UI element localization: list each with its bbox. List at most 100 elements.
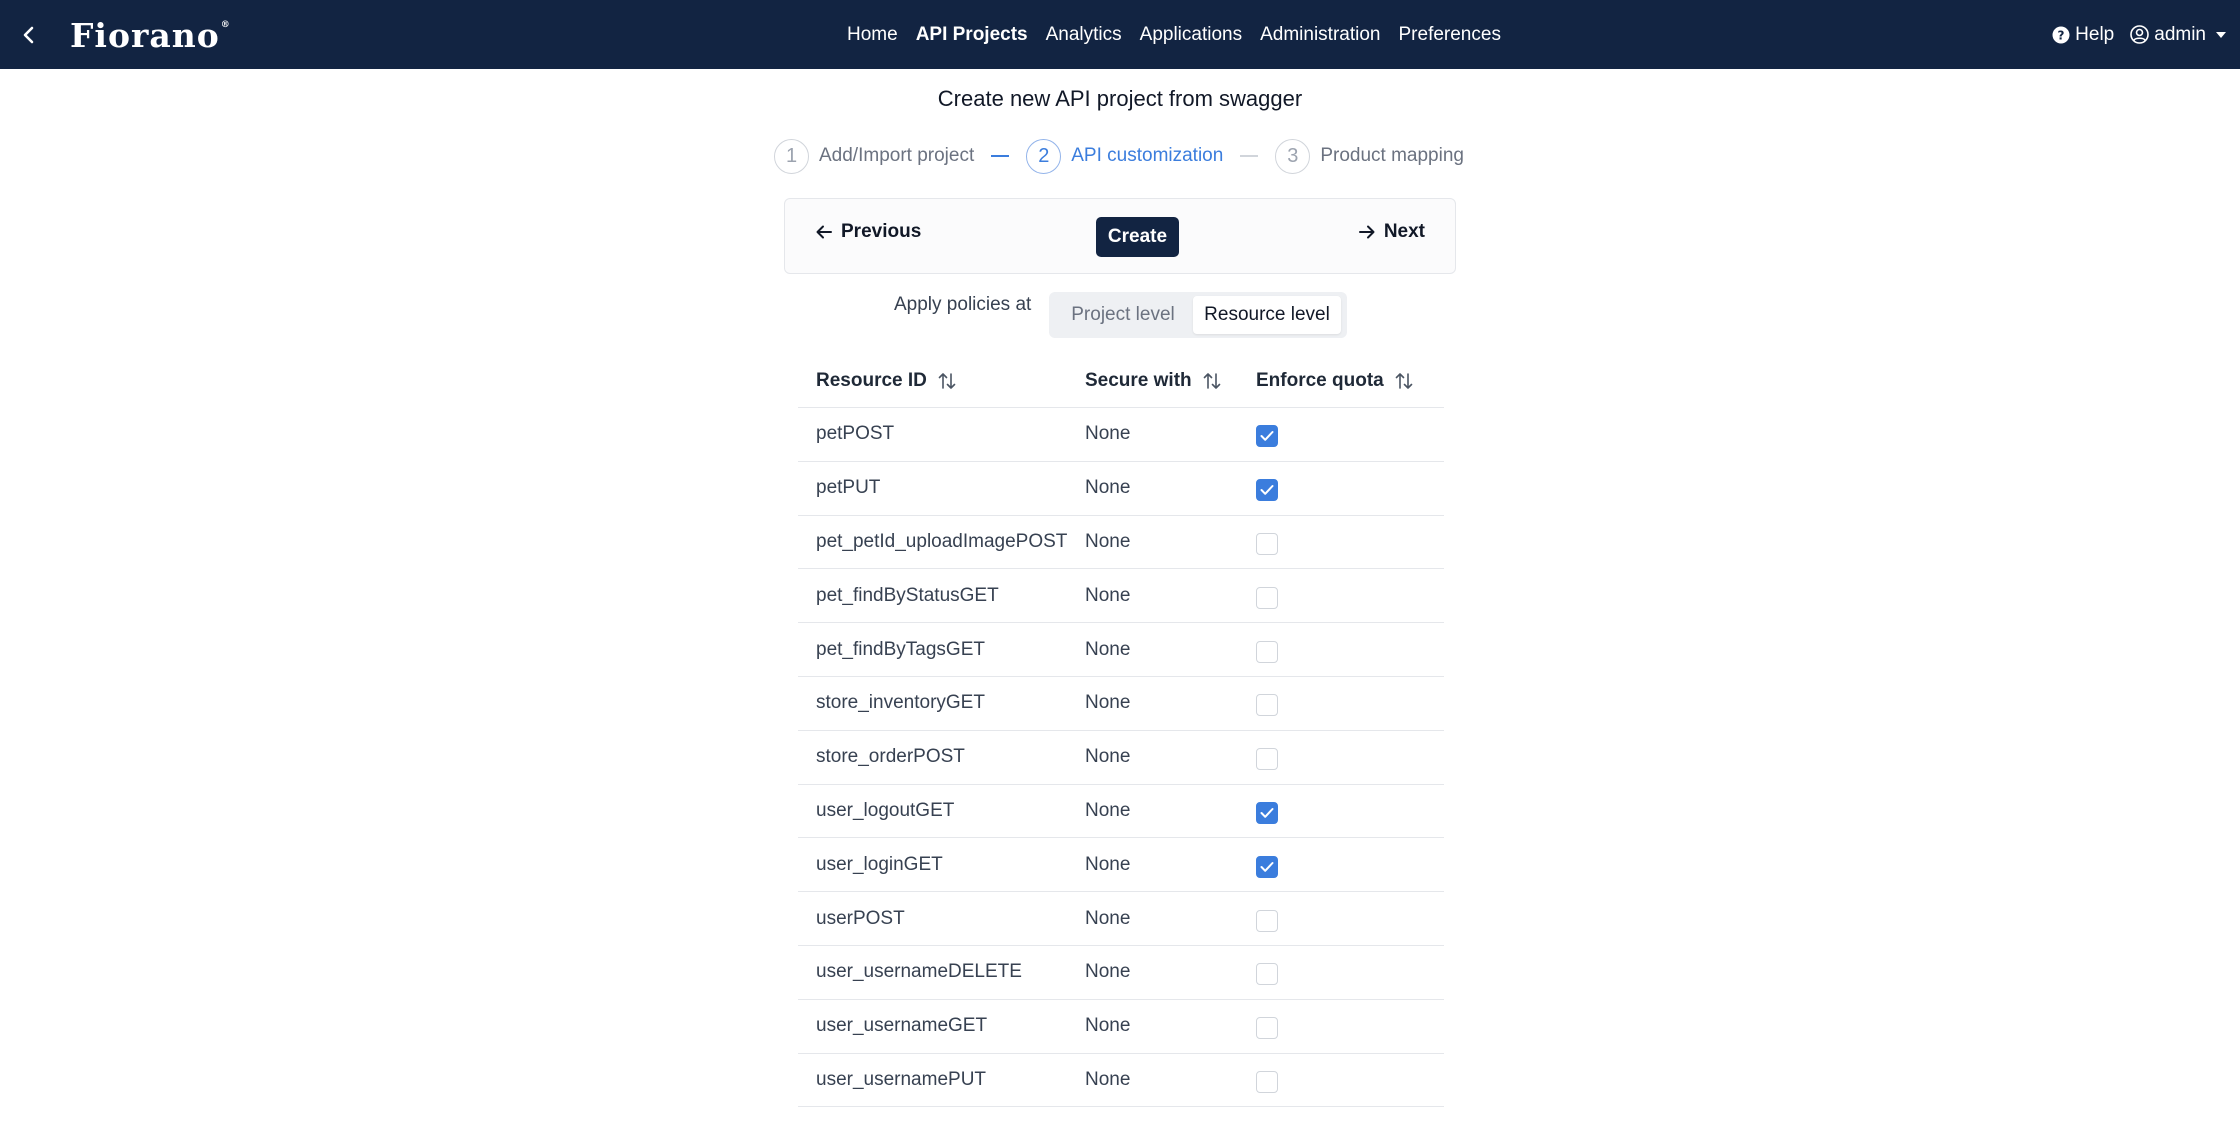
enforce-quota-cell [1254, 421, 1444, 448]
nav-item-administration[interactable]: Administration [1251, 24, 1389, 46]
caret-down-icon [2216, 31, 2226, 38]
column-label: Secure with [1085, 369, 1192, 391]
secure-with-cell[interactable]: None [1083, 639, 1254, 661]
resource-id-cell: pet_findByStatusGET [816, 584, 999, 606]
enforce-quota-checkbox[interactable] [1256, 425, 1278, 448]
step-number: 2 [1026, 138, 1062, 174]
nav-item-api-projects[interactable]: API Projects [907, 24, 1037, 46]
enforce-quota-checkbox[interactable] [1256, 586, 1278, 609]
resource-table: Resource ID Secure with Enforce quota pe… [798, 354, 1444, 1108]
enforce-quota-cell [1254, 744, 1444, 771]
top-navbar: Fiorano ® Home API Projects Analytics App… [0, 0, 2240, 69]
secure-with-cell[interactable]: None [1083, 854, 1254, 876]
resource-id-cell: petPUT [816, 477, 881, 499]
column-label: Resource ID [816, 369, 927, 391]
secure-with-cell[interactable]: None [1083, 746, 1254, 768]
wizard-actions: Previous Create Next [784, 198, 1456, 274]
secure-with-cell[interactable]: None [1083, 961, 1254, 983]
enforce-quota-checkbox[interactable] [1256, 801, 1278, 824]
step-connector [991, 155, 1010, 157]
enforce-quota-checkbox[interactable] [1256, 909, 1278, 932]
sort-arrows-icon[interactable] [1394, 371, 1414, 391]
svg-text:?: ? [2058, 28, 2065, 42]
nav-item-home[interactable]: Home [838, 24, 907, 46]
resource-id-cell: store_inventoryGET [816, 692, 985, 714]
nav-item-analytics[interactable]: Analytics [1037, 24, 1131, 46]
check-icon [1260, 807, 1274, 818]
table-row: user_usernameDELETE None [798, 946, 1444, 1000]
secure-with-cell[interactable]: None [1083, 531, 1254, 553]
resource-id-cell: petPOST [816, 423, 895, 445]
wizard-stepper: 1 Add/Import project 2 API customization… [774, 138, 1464, 174]
enforce-quota-checkbox[interactable] [1256, 963, 1278, 986]
enforce-quota-cell [1254, 637, 1444, 663]
table-row: petPUT None [798, 462, 1444, 516]
logo-registered-mark: ® [220, 20, 231, 30]
question-circle-icon: ? [2052, 26, 2070, 43]
table-row: pet_findByStatusGET None [798, 569, 1444, 624]
resource-level-option[interactable]: Resource level [1193, 296, 1341, 334]
step-label: API customization [1071, 145, 1224, 166]
help-link[interactable]: ? Help [2052, 24, 2114, 46]
resource-id-cell: store_orderPOST [816, 746, 965, 768]
next-label: Next [1383, 221, 1425, 242]
resource-id-cell: user_loginGET [816, 853, 943, 875]
page-title: Create new API project from swagger [937, 86, 1303, 111]
policy-level-toggle: Project level Resource level [1049, 292, 1347, 338]
secure-with-cell[interactable]: None [1083, 477, 1254, 499]
secure-with-cell[interactable]: None [1083, 908, 1254, 930]
enforce-quota-checkbox[interactable] [1256, 748, 1278, 771]
secure-with-cell[interactable]: None [1083, 1015, 1254, 1037]
step-label: Add/Import project [819, 145, 975, 166]
project-level-option[interactable]: Project level [1053, 296, 1193, 334]
secure-with-cell[interactable]: None [1083, 800, 1254, 822]
enforce-quota-checkbox[interactable] [1256, 1017, 1278, 1040]
user-circle-icon [2130, 25, 2150, 44]
step-product-mapping[interactable]: 3 Product mapping [1275, 138, 1464, 174]
apply-policies-label: Apply policies at [894, 294, 1032, 315]
resource-id-cell: user_usernamePUT [816, 1068, 987, 1090]
table-header: Resource ID Secure with Enforce quota [798, 354, 1444, 408]
secure-with-cell[interactable]: None [1083, 692, 1254, 714]
enforce-quota-checkbox[interactable] [1256, 640, 1278, 663]
secure-with-cell[interactable]: None [1083, 423, 1254, 445]
column-header-enforce-quota[interactable]: Enforce quota [1254, 370, 1444, 392]
create-button[interactable]: Create [1096, 217, 1179, 257]
fiorano-logo[interactable]: Fiorano ® [70, 13, 231, 57]
enforce-quota-checkbox[interactable] [1256, 855, 1278, 878]
enforce-quota-cell [1254, 690, 1444, 717]
back-button[interactable] [14, 20, 44, 50]
nav-item-preferences[interactable]: Preferences [1390, 24, 1510, 46]
enforce-quota-checkbox[interactable] [1256, 532, 1278, 555]
table-row: userPOST None [798, 892, 1444, 946]
column-header-resource-id[interactable]: Resource ID [798, 370, 1083, 392]
secure-with-cell[interactable]: None [1083, 1069, 1254, 1091]
enforce-quota-checkbox[interactable] [1256, 1070, 1278, 1093]
main-nav: Home API Projects Analytics Applications… [838, 0, 1510, 69]
user-menu[interactable]: admin [2130, 24, 2226, 46]
next-button[interactable]: Next [1358, 221, 1425, 243]
nav-item-applications[interactable]: Applications [1131, 24, 1251, 46]
step-api-customization[interactable]: 2 API customization [1026, 138, 1224, 174]
resource-id-cell: user_logoutGET [816, 799, 955, 821]
enforce-quota-cell [1254, 1067, 1444, 1093]
table-row: user_logoutGET None [798, 785, 1444, 839]
column-header-secure-with[interactable]: Secure with [1083, 370, 1254, 392]
step-connector [1240, 155, 1259, 157]
table-row: pet_findByTagsGET None [798, 623, 1444, 677]
sort-arrows-icon[interactable] [937, 371, 957, 391]
step-label: Product mapping [1320, 145, 1464, 166]
chevron-left-icon [23, 26, 34, 44]
table-row: user_usernameGET None [798, 1000, 1444, 1054]
table-row: store_inventoryGET None [798, 677, 1444, 731]
enforce-quota-checkbox[interactable] [1256, 479, 1278, 502]
step-add-import[interactable]: 1 Add/Import project [774, 138, 975, 174]
sort-arrows-icon[interactable] [1202, 371, 1222, 391]
secure-with-cell[interactable]: None [1083, 585, 1254, 607]
arrow-left-icon [816, 225, 832, 239]
column-label: Enforce quota [1256, 369, 1384, 391]
enforce-quota-cell [1254, 1013, 1444, 1040]
enforce-quota-cell [1254, 475, 1444, 502]
enforce-quota-checkbox[interactable] [1256, 694, 1278, 717]
previous-button[interactable]: Previous [815, 221, 921, 243]
